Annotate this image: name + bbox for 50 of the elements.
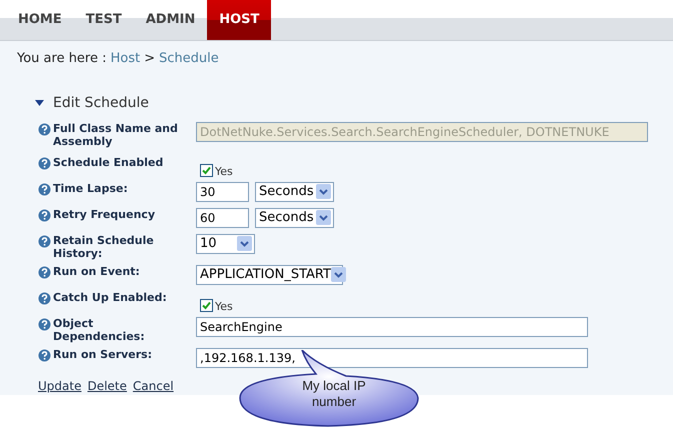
- checkbox-label: Yes: [215, 300, 233, 312]
- breadcrumb-separator: >: [144, 50, 156, 68]
- help-icon[interactable]: [38, 266, 51, 278]
- help-icon[interactable]: [38, 234, 51, 248]
- dropdown-value: 10: [200, 234, 217, 253]
- number-field[interactable]: 60: [196, 208, 249, 228]
- help-icon[interactable]: [38, 318, 51, 330]
- field-label: Retry Frequency: [53, 208, 156, 220]
- checkbox-label: Yes: [215, 166, 233, 176]
- field-label: Run on Servers:: [53, 348, 153, 360]
- field-label: Time Lapse:: [53, 182, 129, 194]
- action-link[interactable]: Delete: [87, 376, 127, 394]
- action-link[interactable]: Update: [38, 376, 82, 394]
- breadcrumb-link[interactable]: Host: [110, 49, 140, 68]
- breadcrumb-label: You are here :: [17, 50, 107, 68]
- expand-icon[interactable]: [35, 100, 44, 106]
- field-label: Object Dependencies:: [53, 316, 146, 342]
- dropdown-value: APPLICATION_START: [200, 266, 331, 284]
- nav-tab[interactable]: HOST: [207, 0, 272, 40]
- check-icon: [202, 166, 211, 174]
- checkbox[interactable]: [200, 298, 213, 312]
- nav-tab[interactable]: HOME: [6, 0, 74, 40]
- field-label: Schedule Enabled: [53, 156, 164, 168]
- dropdown-value: Seconds: [259, 208, 314, 227]
- help-icon[interactable]: [38, 156, 51, 170]
- field-label: Retain Schedule History:: [53, 234, 155, 260]
- help-icon[interactable]: [38, 208, 51, 222]
- dropdown[interactable]: 10: [196, 234, 255, 254]
- checkbox[interactable]: [200, 164, 213, 176]
- check-icon: [202, 300, 211, 310]
- dropdown-value: Seconds: [259, 182, 314, 201]
- number-field[interactable]: 30: [196, 182, 249, 202]
- text-field[interactable]: ,192.168.1.139,: [196, 348, 588, 368]
- action-link[interactable]: Cancel: [132, 376, 174, 394]
- help-icon[interactable]: [38, 122, 51, 136]
- help-icon[interactable]: [38, 182, 51, 196]
- field-label: Catch Up Enabled:: [53, 290, 168, 304]
- section-title: Edit Schedule: [53, 94, 149, 112]
- field-label: Run on Event:: [53, 264, 141, 278]
- nav-tab[interactable]: TEST: [74, 0, 134, 40]
- dropdown[interactable]: APPLICATION_START: [196, 264, 343, 284]
- nav-tab[interactable]: ADMIN: [134, 0, 208, 40]
- help-icon[interactable]: [38, 292, 51, 304]
- field-label: Full Class Name and Assembly: [53, 122, 179, 148]
- text-field[interactable]: SearchEngine: [196, 316, 588, 336]
- dropdown[interactable]: Seconds: [255, 208, 334, 228]
- help-icon[interactable]: [38, 348, 51, 362]
- breadcrumb-link[interactable]: Schedule: [159, 49, 219, 68]
- callout-text: My local IP number: [301, 378, 367, 410]
- dropdown[interactable]: Seconds: [255, 182, 334, 202]
